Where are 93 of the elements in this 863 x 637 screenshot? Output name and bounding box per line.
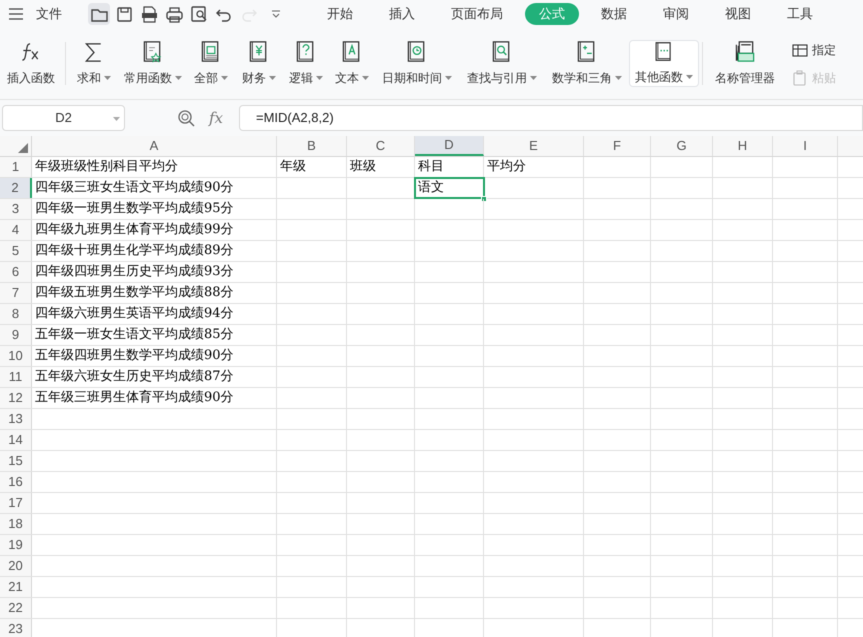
ribbon-button[interactable]: 插入函数 bbox=[0, 40, 62, 87]
ribbon-button[interactable]: 逻辑 bbox=[283, 40, 329, 87]
cell-text: 年级班级性别科目平均分 bbox=[35, 158, 178, 176]
formula-input[interactable]: =MID(A2,8,2) bbox=[239, 105, 863, 131]
row-header[interactable]: 12 bbox=[0, 388, 32, 408]
column-header[interactable]: B bbox=[277, 136, 347, 156]
cell-text: 五年级一班女生语文平均成绩85分 bbox=[35, 326, 234, 344]
dropdown-icon[interactable] bbox=[269, 76, 276, 80]
ribbon-button[interactable]: 求和 bbox=[69, 40, 119, 87]
cell-text: 平均分 bbox=[487, 158, 526, 176]
column-header[interactable]: I bbox=[773, 136, 838, 156]
row-header[interactable]: 14 bbox=[0, 430, 32, 450]
caret-icon[interactable] bbox=[271, 10, 281, 18]
ribbon-button[interactable]: 其他函数 bbox=[629, 40, 699, 87]
row-header[interactable]: 2 bbox=[0, 178, 32, 198]
name-box[interactable]: D2 bbox=[2, 105, 125, 131]
ribbon-button[interactable]: 数学和三角 bbox=[545, 40, 629, 87]
column-header[interactable]: E bbox=[484, 136, 584, 156]
pdf-icon[interactable] bbox=[139, 4, 159, 24]
row-header[interactable]: 8 bbox=[0, 304, 32, 324]
cell-text: 语文 bbox=[418, 179, 444, 198]
cell-text: 四年级十班男生化学平均成绩89分 bbox=[35, 242, 234, 260]
menu-tab[interactable]: 页面布局 bbox=[437, 3, 517, 25]
file-menu[interactable]: 文件 bbox=[36, 4, 62, 24]
row-header[interactable]: 16 bbox=[0, 472, 32, 492]
row-header[interactable]: 4 bbox=[0, 220, 32, 240]
row-header[interactable]: 1 bbox=[0, 157, 32, 177]
ribbon-small-button[interactable]: 指定 bbox=[792, 40, 836, 58]
column-header[interactable]: A bbox=[32, 136, 277, 156]
search-icon[interactable] bbox=[177, 109, 195, 127]
ribbon-button[interactable]: 财务 bbox=[235, 40, 283, 87]
cell-text: 五年级六班女生历史平均成绩87分 bbox=[35, 368, 234, 386]
ribbon-button[interactable]: 日期和时间 bbox=[375, 40, 459, 87]
row-header[interactable]: 3 bbox=[0, 199, 32, 219]
select-all-icon[interactable] bbox=[18, 143, 28, 153]
ribbon-button[interactable]: 文本 bbox=[329, 40, 375, 87]
dropdown-icon[interactable] bbox=[175, 76, 182, 80]
active-cell[interactable]: 语文 bbox=[415, 178, 484, 198]
dropdown-icon[interactable] bbox=[686, 75, 693, 79]
ribbon-button[interactable]: 名称管理器 bbox=[706, 40, 784, 87]
menu-tab[interactable]: 插入 bbox=[375, 3, 429, 25]
row-header[interactable]: 10 bbox=[0, 346, 32, 366]
row-header[interactable]: 11 bbox=[0, 367, 32, 387]
fx-button[interactable]: fx bbox=[209, 106, 224, 130]
cell-text: 五年级四班男生数学平均成绩90分 bbox=[35, 347, 234, 366]
dropdown-icon[interactable] bbox=[113, 117, 120, 121]
cell-text: 班级 bbox=[350, 158, 376, 176]
menu-tab[interactable]: 工具 bbox=[773, 3, 827, 25]
preview-icon[interactable] bbox=[189, 4, 209, 24]
row-header[interactable]: 18 bbox=[0, 514, 32, 534]
row-header[interactable]: 15 bbox=[0, 451, 32, 471]
menu-icon[interactable] bbox=[8, 8, 24, 20]
dropdown-icon[interactable] bbox=[362, 76, 369, 80]
row-header[interactable]: 21 bbox=[0, 577, 32, 597]
row-header[interactable]: 9 bbox=[0, 325, 32, 345]
dropdown-icon[interactable] bbox=[104, 76, 111, 80]
row-header[interactable]: 7 bbox=[0, 283, 32, 303]
menu-tab[interactable]: 审阅 bbox=[649, 3, 703, 25]
column-header[interactable]: G bbox=[651, 136, 713, 156]
dropdown-icon[interactable] bbox=[615, 76, 622, 80]
dropdown-icon[interactable] bbox=[530, 76, 537, 80]
row-header[interactable]: 13 bbox=[0, 409, 32, 429]
row-header[interactable]: 19 bbox=[0, 535, 32, 555]
ribbon-button[interactable]: 全部 bbox=[187, 40, 235, 87]
cell-text: 五年级三班男生体育平均成绩90分 bbox=[35, 388, 234, 408]
dropdown-icon[interactable] bbox=[445, 76, 452, 80]
row-header[interactable]: 22 bbox=[0, 598, 32, 618]
row-header[interactable]: 23 bbox=[0, 619, 32, 637]
menu-tab[interactable]: 视图 bbox=[711, 3, 765, 25]
dropdown-icon[interactable] bbox=[221, 76, 228, 80]
cell-text: 四年级三班女生语文平均成绩90分 bbox=[35, 179, 234, 198]
fill-handle[interactable] bbox=[481, 196, 487, 202]
dropdown-icon[interactable] bbox=[316, 76, 323, 80]
menu-tab[interactable]: 开始 bbox=[313, 3, 367, 25]
cell-text: 四年级九班男生体育平均成绩99分 bbox=[35, 220, 234, 240]
ribbon-button[interactable]: 查找与引用 bbox=[459, 40, 545, 87]
row-header[interactable]: 17 bbox=[0, 493, 32, 513]
clipboard-icon bbox=[792, 70, 808, 86]
row-header[interactable]: 5 bbox=[0, 241, 32, 261]
row-header[interactable]: 6 bbox=[0, 262, 32, 282]
ribbon-button[interactable]: 常用函数 bbox=[119, 40, 187, 87]
row-header[interactable]: 20 bbox=[0, 556, 32, 576]
cell-text: 四年级五班男生数学平均成绩88分 bbox=[35, 284, 234, 302]
column-header[interactable]: H bbox=[713, 136, 773, 156]
column-header[interactable]: D bbox=[415, 136, 484, 156]
cell-text: 年级 bbox=[280, 158, 306, 176]
cell-text: 四年级一班男生数学平均成绩95分 bbox=[35, 200, 234, 218]
column-header[interactable]: F bbox=[584, 136, 651, 156]
cell-text: 四年级六班男生英语平均成绩94分 bbox=[35, 305, 234, 324]
menu-tab[interactable]: 数据 bbox=[587, 3, 641, 25]
cell-text: 四年级四班男生历史平均成绩93分 bbox=[35, 263, 234, 282]
cell-text: 科目 bbox=[418, 158, 444, 176]
table-icon bbox=[792, 42, 808, 58]
